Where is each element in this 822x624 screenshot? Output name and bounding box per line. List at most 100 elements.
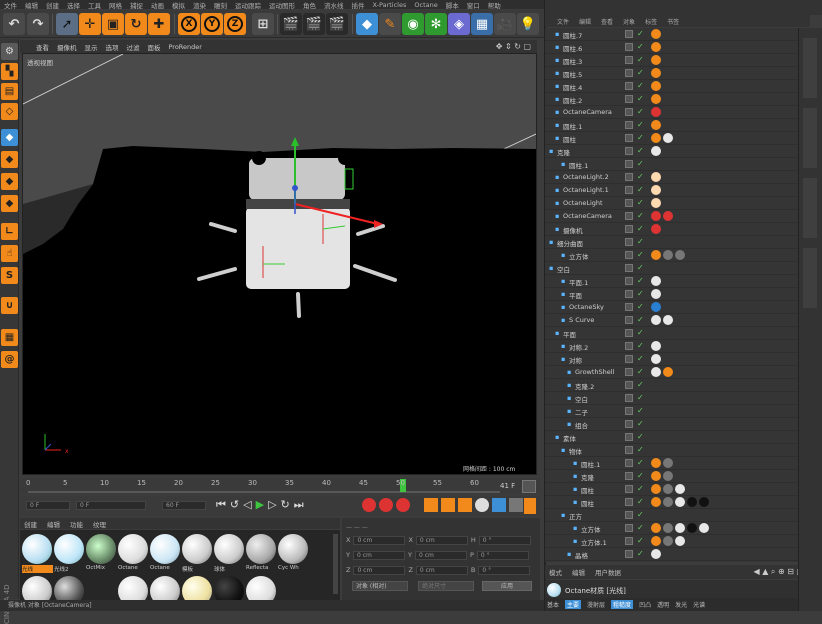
material-swatch[interactable] <box>54 534 84 564</box>
visibility-toggle[interactable] <box>625 446 633 454</box>
enable-check-icon[interactable]: ✓ <box>637 121 645 129</box>
visibility-toggle[interactable] <box>625 277 633 285</box>
object-row[interactable]: ▪ 圆柱 ✓ <box>545 132 798 145</box>
object-tag-icon[interactable] <box>651 536 661 546</box>
visibility-toggle[interactable] <box>625 134 633 142</box>
cloner-icon[interactable]: ✻ <box>425 13 447 35</box>
side-tab[interactable] <box>803 178 817 238</box>
menu-item[interactable]: 渲染 <box>193 0 206 10</box>
enable-check-icon[interactable]: ✓ <box>637 485 645 493</box>
visibility-toggle[interactable] <box>625 511 633 519</box>
render-settings-icon[interactable]: 🎬 <box>326 13 348 35</box>
floor-icon[interactable]: ▦ <box>471 13 493 35</box>
go-to-end-icon[interactable]: ⏭ <box>294 498 304 512</box>
object-tag-icon[interactable] <box>651 341 661 351</box>
enable-check-icon[interactable]: ✓ <box>637 160 645 168</box>
enable-check-icon[interactable]: ✓ <box>637 498 645 506</box>
object-tag-icon[interactable] <box>663 315 673 325</box>
edges-mode-icon[interactable]: ◆ <box>1 195 18 212</box>
axis-mode-icon[interactable]: ∟ <box>1 223 18 240</box>
object-tag-icon[interactable] <box>651 198 661 208</box>
record-icon[interactable] <box>362 498 376 512</box>
visibility-toggle[interactable] <box>625 199 633 207</box>
side-tab[interactable] <box>803 108 817 168</box>
menu-item[interactable]: 工具 <box>88 0 101 10</box>
obj-menu-file[interactable]: 文件 <box>557 17 569 26</box>
object-row[interactable]: ▪ 对称 ✓ <box>545 353 798 366</box>
visibility-toggle[interactable] <box>625 472 633 480</box>
object-tag-icon[interactable] <box>663 458 673 468</box>
menu-item[interactable]: 选择 <box>67 0 80 10</box>
keyframe-selection-icon[interactable] <box>396 498 410 512</box>
object-row[interactable]: ▪ S Curve ✓ <box>545 314 798 327</box>
attr-bottom-tab[interactable]: 漫射层 <box>587 600 605 609</box>
attr-bottom-tab[interactable]: 发光 <box>675 600 687 609</box>
object-tag-icon[interactable] <box>651 172 661 182</box>
menu-item[interactable]: 网格 <box>109 0 122 10</box>
enable-check-icon[interactable]: ✓ <box>637 212 645 220</box>
object-tag-icon[interactable] <box>675 484 685 494</box>
menu-item[interactable]: X-Particles <box>373 1 407 9</box>
rot-h-field[interactable]: 0 ° <box>478 535 531 545</box>
scale-z-field[interactable]: 0 cm <box>415 565 468 575</box>
obj-menu-tag[interactable]: 标签 <box>645 17 657 26</box>
object-row[interactable]: ▪ 圆柱.4 ✓ <box>545 80 798 93</box>
attr-tab-userdata[interactable]: 用户数据 <box>595 567 621 577</box>
menu-item[interactable]: 流水线 <box>324 0 344 10</box>
object-tag-icon[interactable] <box>651 549 661 559</box>
visibility-toggle[interactable] <box>625 108 633 116</box>
menu-item[interactable]: 雕刻 <box>214 0 227 10</box>
visibility-toggle[interactable] <box>625 537 633 545</box>
object-row[interactable]: ▪ 平面.1 ✓ <box>545 275 798 288</box>
x-axis-icon[interactable]: X <box>178 13 200 35</box>
enable-check-icon[interactable]: ✓ <box>637 303 645 311</box>
object-row[interactable]: ▪ 正方 ✓ <box>545 509 798 522</box>
pos-x-field[interactable]: 0 cm <box>353 535 406 545</box>
attr-tab-mode[interactable]: 模式 <box>549 567 562 577</box>
viewport-menu-panel[interactable]: 面板 <box>148 42 161 52</box>
rot-p-field[interactable]: 0 ° <box>476 550 529 560</box>
visibility-toggle[interactable] <box>625 485 633 493</box>
side-tab[interactable] <box>803 38 817 98</box>
object-tag-icon[interactable] <box>651 29 661 39</box>
z-axis-icon[interactable]: Z <box>224 13 246 35</box>
render-view-icon[interactable]: 🎬 <box>280 13 302 35</box>
apply-button[interactable]: 应用 <box>482 581 532 591</box>
prev-key-icon[interactable]: ↺ <box>230 498 239 512</box>
autokey-icon[interactable] <box>379 498 393 512</box>
viewport-menu-options[interactable]: 选项 <box>106 42 119 52</box>
object-tag-icon[interactable] <box>663 471 673 481</box>
lock-workplane-icon[interactable]: ▦ <box>1 329 18 346</box>
enable-check-icon[interactable]: ✓ <box>637 368 645 376</box>
object-row[interactable]: ▪ 圆柱.3 ✓ <box>545 54 798 67</box>
object-row[interactable]: ▪ 素体 ✓ <box>545 431 798 444</box>
enable-check-icon[interactable]: ✓ <box>637 147 645 155</box>
visibility-toggle[interactable] <box>625 290 633 298</box>
make-editable-icon[interactable]: ⚙ <box>1 43 18 60</box>
live-selection-icon[interactable]: ✚ <box>148 13 170 35</box>
cube-icon[interactable]: ◆ <box>356 13 378 35</box>
tweak-icon[interactable]: ☝ <box>1 245 18 262</box>
object-row[interactable]: ▪ 克隆 ✓ <box>545 470 798 483</box>
texture-mode-icon[interactable]: ▤ <box>1 83 18 100</box>
material-tab-texture[interactable]: 纹理 <box>93 519 106 529</box>
attr-bottom-tab[interactable]: 凹凸 <box>639 600 651 609</box>
play-icon[interactable]: ▶ <box>256 498 264 512</box>
object-tag-icon[interactable] <box>651 367 661 377</box>
visibility-toggle[interactable] <box>625 433 633 441</box>
viewport-menu-view[interactable]: 查看 <box>36 42 49 52</box>
enable-check-icon[interactable]: ✓ <box>637 446 645 454</box>
enable-check-icon[interactable]: ✓ <box>637 472 645 480</box>
side-tab[interactable] <box>803 248 817 308</box>
object-row[interactable]: ▪ 圆柱.5 ✓ <box>545 67 798 80</box>
pen-icon[interactable]: ✎ <box>379 13 401 35</box>
viewport-nav-icons[interactable]: ✥ ⇕ ↻ ▢ <box>496 42 531 51</box>
object-row[interactable]: ▪ OctaneCamera ✓ <box>545 210 798 223</box>
material-tab-function[interactable]: 功能 <box>70 519 83 529</box>
object-row[interactable]: ▪ 圆柱.2 ✓ <box>545 93 798 106</box>
enable-check-icon[interactable]: ✓ <box>637 381 645 389</box>
prev-frame-icon[interactable]: ◁ <box>243 498 251 512</box>
pos-z-field[interactable]: 0 cm <box>353 565 406 575</box>
menu-item[interactable]: 模拟 <box>172 0 185 10</box>
object-tag-icon[interactable] <box>651 289 661 299</box>
